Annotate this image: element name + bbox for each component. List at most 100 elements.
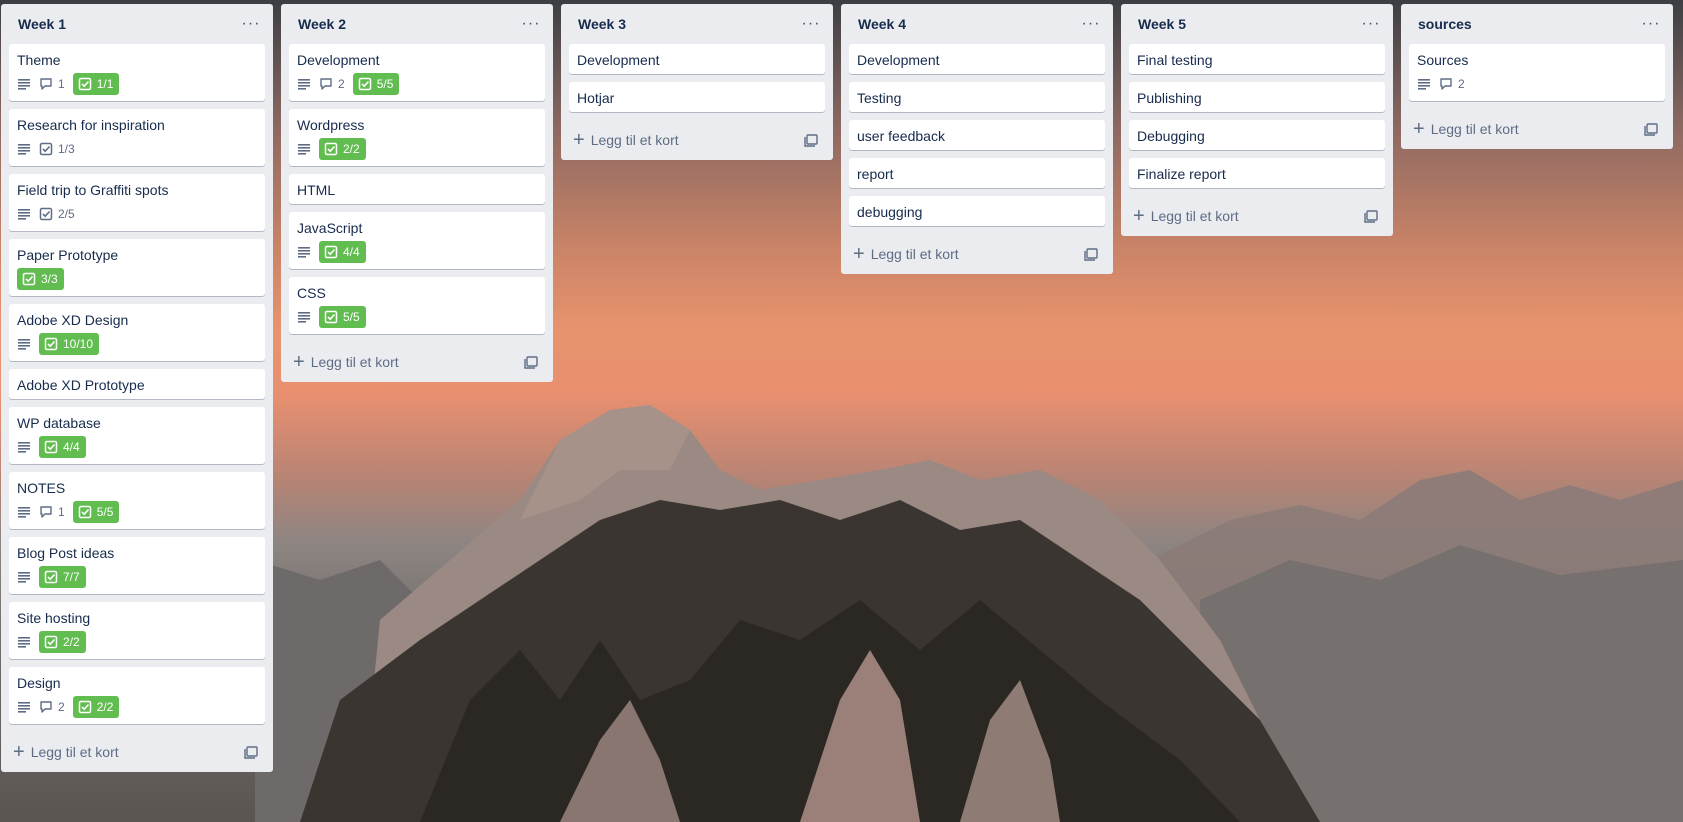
description-icon	[17, 436, 31, 458]
list-menu-ellipsis-icon[interactable]: ···	[1077, 12, 1105, 36]
description-icon	[17, 696, 31, 718]
card-badges: 2	[1417, 72, 1657, 96]
add-card-button[interactable]: + Legg til et kort	[573, 130, 679, 150]
card[interactable]: Wordpress 2/2	[289, 109, 545, 166]
card[interactable]: Design 2 2/2	[9, 667, 265, 724]
description-icon	[297, 73, 311, 95]
card-title: Sources	[1417, 52, 1469, 68]
card[interactable]: Finalize report	[1129, 158, 1385, 188]
card[interactable]: Development 2 5/5	[289, 44, 545, 101]
checklist-badge: 5/5	[319, 306, 366, 328]
card[interactable]: Testing	[849, 82, 1105, 112]
card[interactable]: Blog Post ideas 7/7	[9, 537, 265, 594]
card[interactable]: Hotjar	[569, 82, 825, 112]
card-template-icon[interactable]	[1641, 119, 1661, 139]
list-menu-ellipsis-icon[interactable]: ···	[517, 12, 545, 36]
add-card-label: Legg til et kort	[310, 354, 399, 370]
card[interactable]: Sources 2	[1409, 44, 1665, 101]
card[interactable]: Adobe XD Design 10/10	[9, 304, 265, 361]
card-template-icon[interactable]	[521, 352, 541, 372]
list-footer: + Legg til et kort	[1409, 109, 1665, 149]
card-template-icon[interactable]	[1081, 244, 1101, 264]
card[interactable]: Development	[849, 44, 1105, 74]
card-title: Publishing	[1137, 90, 1202, 106]
card-badges: 2/5	[17, 202, 257, 226]
add-card-button[interactable]: + Legg til et kort	[1133, 206, 1239, 226]
card[interactable]: HTML	[289, 174, 545, 204]
card-title: report	[857, 166, 894, 182]
list-title[interactable]: Week 5	[1138, 16, 1186, 32]
add-card-label: Legg til et kort	[590, 132, 679, 148]
list-menu-ellipsis-icon[interactable]: ···	[1637, 12, 1665, 36]
list-header: Week 5 ···	[1129, 4, 1385, 44]
card-badges: 1 5/5	[17, 500, 257, 524]
list-footer: + Legg til et kort	[289, 342, 545, 382]
checklist-count: 5/5	[343, 310, 360, 324]
list-title[interactable]: Week 4	[858, 16, 906, 32]
card-template-icon[interactable]	[801, 130, 821, 150]
checklist-badge: 10/10	[39, 333, 100, 355]
card[interactable]: WP database 4/4	[9, 407, 265, 464]
card-title: NOTES	[17, 480, 66, 496]
card[interactable]: debugging	[849, 196, 1105, 226]
card[interactable]: Adobe XD Prototype	[9, 369, 265, 399]
card[interactable]: user feedback	[849, 120, 1105, 150]
checklist-count: 3/3	[41, 272, 58, 286]
checklist-badge: 4/4	[319, 241, 366, 263]
checklist-count: 5/5	[96, 505, 114, 519]
description-icon	[17, 333, 31, 355]
card[interactable]: CSS 5/5	[289, 277, 545, 334]
comments-badge: 2	[319, 73, 345, 95]
list-menu-ellipsis-icon[interactable]: ···	[797, 12, 825, 36]
card-title: debugging	[857, 204, 923, 220]
card[interactable]: Development	[569, 44, 825, 74]
list-footer: + Legg til et kort	[9, 732, 265, 772]
checklist-badge: 5/5	[72, 501, 120, 523]
card[interactable]: Debugging	[1129, 120, 1385, 150]
list-header: Week 2 ···	[289, 4, 545, 44]
list-header: Week 3 ···	[569, 4, 825, 44]
list-title[interactable]: Week 1	[18, 16, 66, 32]
list-footer: + Legg til et kort	[1129, 196, 1385, 236]
card[interactable]: Site hosting 2/2	[9, 602, 265, 659]
add-card-button[interactable]: + Legg til et kort	[13, 742, 119, 762]
card[interactable]: report	[849, 158, 1105, 188]
card[interactable]: Theme 1 1/1	[9, 44, 265, 101]
description-icon	[297, 306, 311, 328]
card-template-icon[interactable]	[1361, 206, 1381, 226]
checklist-badge: 7/7	[39, 566, 86, 588]
card[interactable]: Final testing	[1129, 44, 1385, 74]
card-title: Debugging	[1137, 128, 1205, 144]
add-card-button[interactable]: + Legg til et kort	[293, 352, 399, 372]
card[interactable]: Publishing	[1129, 82, 1385, 112]
add-card-button[interactable]: + Legg til et kort	[853, 244, 959, 264]
comments-badge: 2	[1439, 73, 1465, 95]
checklist-badge: 4/4	[39, 436, 86, 458]
card[interactable]: NOTES 1 5/5	[9, 472, 265, 529]
card-title: WP database	[17, 415, 101, 431]
card-badges: 1/3	[17, 137, 257, 161]
list-menu-ellipsis-icon[interactable]: ···	[237, 12, 265, 36]
list-footer: + Legg til et kort	[569, 120, 825, 160]
list-header: Week 4 ···	[849, 4, 1105, 44]
list-title[interactable]: sources	[1418, 16, 1472, 32]
card-title: Finalize report	[1137, 166, 1226, 182]
card-title: Development	[857, 52, 940, 68]
list-header: Week 1 ···	[9, 4, 265, 44]
description-icon	[17, 138, 31, 160]
list-title[interactable]: Week 3	[578, 16, 626, 32]
card-badges: 2 2/2	[17, 695, 257, 719]
card-title: Testing	[857, 90, 902, 106]
card-badges: 7/7	[17, 565, 257, 589]
list-menu-ellipsis-icon[interactable]: ···	[1357, 12, 1385, 36]
list-5: sources ··· Sources 2 + Legg til et kort	[1401, 4, 1673, 149]
card-template-icon[interactable]	[241, 742, 261, 762]
card[interactable]: Research for inspiration 1/3	[9, 109, 265, 166]
list-title[interactable]: Week 2	[298, 16, 346, 32]
checklist-count: 5/5	[376, 77, 394, 91]
card[interactable]: Paper Prototype 3/3	[9, 239, 265, 296]
card[interactable]: JavaScript 4/4	[289, 212, 545, 269]
add-card-button[interactable]: + Legg til et kort	[1413, 119, 1519, 139]
card[interactable]: Field trip to Graffiti spots 2/5	[9, 174, 265, 231]
description-icon	[17, 566, 31, 588]
